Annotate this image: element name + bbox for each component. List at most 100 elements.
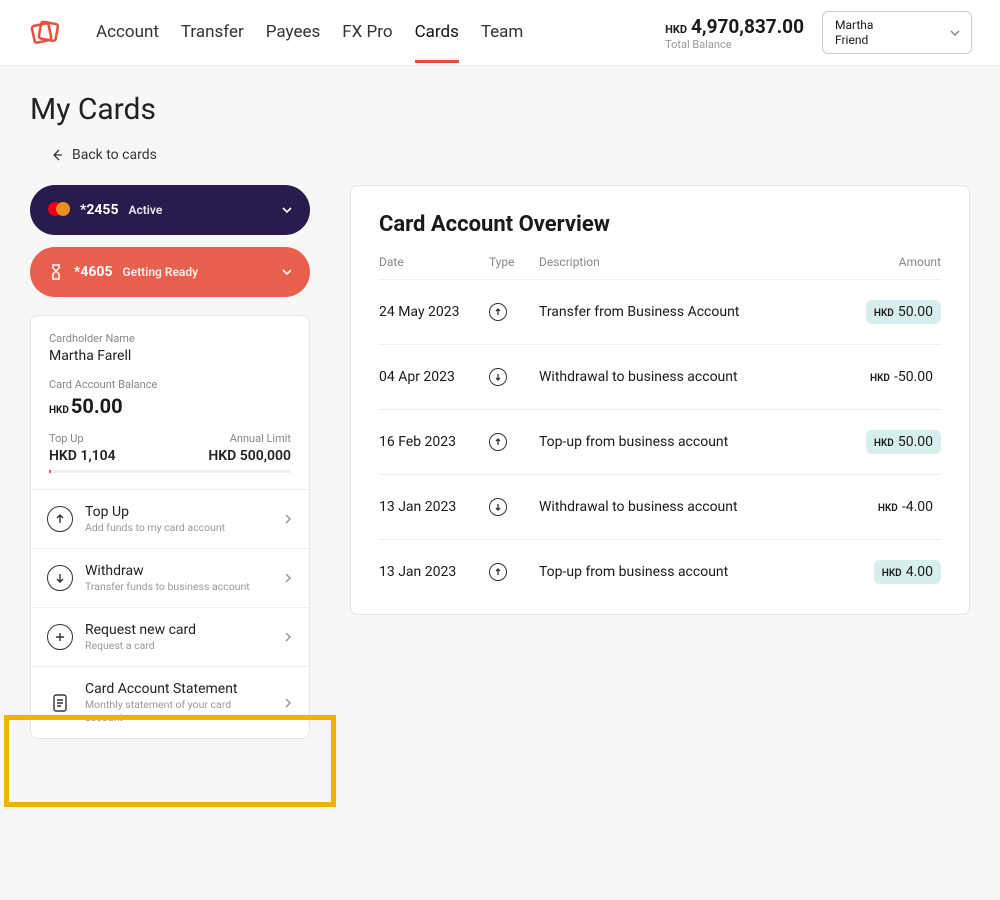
statement-icon [47, 692, 73, 714]
topup-label: Top Up [49, 432, 116, 445]
col-header-date: Date [379, 255, 489, 269]
txn-date: 13 Jan 2023 [379, 499, 489, 515]
transaction-row: 04 Apr 2023 Withdrawal to business accoun… [379, 344, 941, 409]
transaction-row: 13 Jan 2023 Top-up from business accountH… [379, 539, 941, 604]
action-withdraw[interactable]: Withdraw Transfer funds to business acco… [31, 548, 309, 607]
txn-amount: HKD-4.00 [831, 495, 941, 519]
txn-type [489, 433, 539, 451]
chevron-right-icon [283, 513, 293, 525]
txn-date: 13 Jan 2023 [379, 564, 489, 580]
txn-type [489, 498, 539, 516]
back-label: Back to cards [72, 147, 157, 163]
txn-description: Transfer from Business Account [539, 304, 831, 320]
action-request-card[interactable]: Request new card Request a card [31, 607, 309, 666]
page-title: My Cards [30, 92, 970, 127]
txn-type [489, 303, 539, 321]
action-sub: Monthly statement of your card account [85, 698, 271, 724]
nav-item-payees[interactable]: Payees [266, 2, 321, 63]
nav-item-cards[interactable]: Cards [415, 2, 459, 63]
nav-item-team[interactable]: Team [481, 2, 524, 63]
mastercard-icon [48, 202, 70, 218]
card-selector-2455[interactable]: *2455 Active [30, 185, 310, 235]
arrow-up-icon [489, 433, 507, 451]
txn-date: 04 Apr 2023 [379, 369, 489, 385]
card-last4: *4605 [74, 264, 113, 280]
left-column: *2455 Active *4605 Getting Ready Cardholder… [30, 185, 310, 739]
arrow-up-icon [489, 303, 507, 321]
col-header-desc: Description [539, 255, 831, 269]
chevron-down-icon [949, 27, 961, 39]
brand-logo [28, 16, 62, 50]
action-title: Withdraw [85, 563, 271, 579]
action-title: Request new card [85, 622, 271, 638]
arrow-down-icon [47, 565, 73, 591]
txn-description: Withdrawal to business account [539, 369, 831, 385]
card-status: Getting Ready [123, 265, 199, 279]
nav-item-account[interactable]: Account [96, 2, 159, 63]
arrow-up-icon [489, 563, 507, 581]
transaction-row: 13 Jan 2023 Withdrawal to business accoun… [379, 474, 941, 539]
transaction-row: 16 Feb 2023 Top-up from business accountH… [379, 409, 941, 474]
balance-label: Total Balance [665, 38, 804, 51]
action-top-up[interactable]: Top Up Add funds to my card account [31, 489, 309, 548]
chevron-down-icon [280, 203, 294, 217]
chevron-down-icon [280, 265, 294, 279]
action-card-statement[interactable]: Card Account Statement Monthly statement… [31, 666, 309, 738]
action-title: Card Account Statement [85, 681, 271, 697]
nav-item-fx-pro[interactable]: FX Pro [342, 2, 392, 63]
txn-date: 24 May 2023 [379, 304, 489, 320]
topup-value: HKD 1,104 [49, 448, 116, 464]
col-header-amount: Amount [831, 255, 941, 269]
balance-amount: 4,970,837.00 [691, 15, 804, 38]
txn-type [489, 563, 539, 581]
card-balance-label: Card Account Balance [49, 378, 291, 391]
hourglass-icon [48, 263, 64, 281]
cardholder-name-label: Cardholder Name [49, 332, 291, 345]
chevron-right-icon [283, 697, 293, 709]
transaction-row: 24 May 2023 Transfer from Business Accoun… [379, 279, 941, 344]
txn-type [489, 368, 539, 386]
card-balance-ccy: HKD [49, 405, 69, 416]
action-sub: Add funds to my card account [85, 521, 271, 534]
action-sub: Request a card [85, 639, 271, 652]
user-role: Friend [835, 33, 937, 47]
txn-description: Top-up from business account [539, 564, 831, 580]
cardholder-name: Martha Farell [49, 348, 291, 364]
txn-amount: HKD-50.00 [831, 365, 941, 389]
user-name: Martha [835, 18, 937, 32]
txn-date: 16 Feb 2023 [379, 434, 489, 450]
main-nav: Account Transfer Payees FX Pro Cards Team [96, 2, 665, 63]
cardholder-info-card: Cardholder Name Martha Farell Card Accou… [30, 315, 310, 739]
table-header: Date Type Description Amount [379, 255, 941, 279]
action-sub: Transfer funds to business account [85, 580, 271, 593]
arrow-down-icon [489, 498, 507, 516]
card-balance-value: 50.00 [71, 394, 123, 418]
txn-amount: HKD50.00 [831, 300, 941, 324]
chevron-right-icon [283, 572, 293, 584]
card-status: Active [129, 203, 163, 217]
user-dropdown[interactable]: Martha Friend [822, 11, 972, 54]
panel-title: Card Account Overview [379, 212, 941, 237]
top-header: Account Transfer Payees FX Pro Cards Team HKD… [0, 0, 1000, 66]
nav-item-transfer[interactable]: Transfer [181, 2, 244, 63]
annual-limit-label: Annual Limit [208, 432, 291, 445]
col-header-type: Type [489, 255, 539, 269]
annual-limit-value: HKD 500,000 [208, 448, 291, 464]
action-title: Top Up [85, 504, 271, 520]
arrow-left-icon [50, 148, 64, 162]
limit-progress-bar [49, 470, 291, 473]
arrow-up-icon [47, 506, 73, 532]
txn-amount: HKD4.00 [831, 560, 941, 584]
card-selector-4605[interactable]: *4605 Getting Ready [30, 247, 310, 297]
chevron-right-icon [283, 631, 293, 643]
txn-description: Withdrawal to business account [539, 499, 831, 515]
back-to-cards-link[interactable]: Back to cards [50, 147, 157, 163]
card-last4: *2455 [80, 202, 119, 218]
arrow-down-icon [489, 368, 507, 386]
txn-amount: HKD50.00 [831, 430, 941, 454]
txn-description: Top-up from business account [539, 434, 831, 450]
total-balance: HKD 4,970,837.00 Total Balance [665, 15, 804, 51]
balance-currency: HKD [665, 23, 687, 36]
plus-icon [47, 624, 73, 650]
card-account-overview-panel: Card Account Overview Date Type Descript… [350, 185, 970, 615]
